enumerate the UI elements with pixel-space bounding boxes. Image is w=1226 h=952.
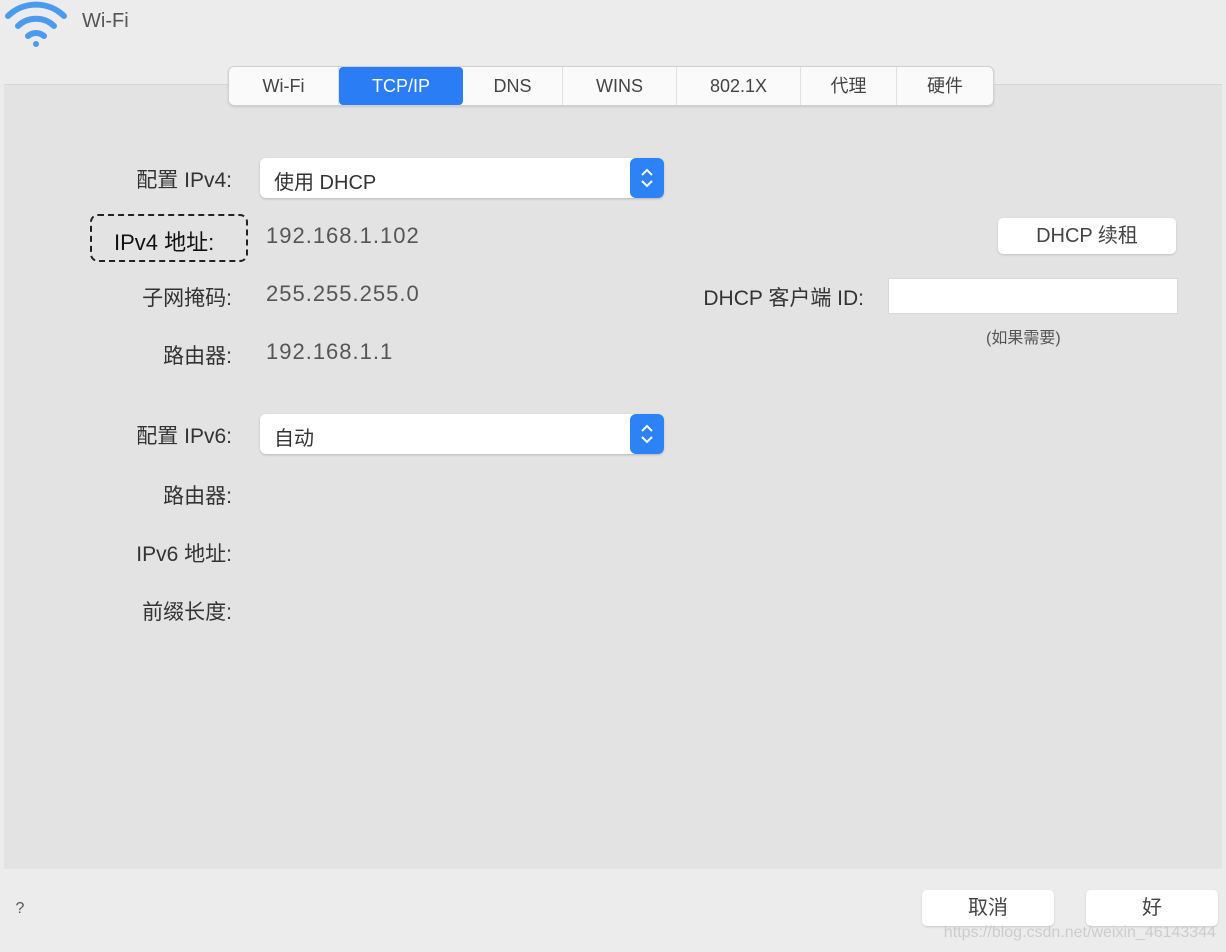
configure-ipv4-select[interactable]: 使用 DHCP <box>260 158 664 198</box>
dhcp-client-id-field[interactable] <box>888 278 1178 314</box>
subnet-mask-value: 255.255.255.0 <box>266 281 420 306</box>
title-bar: Wi-Fi <box>0 0 1226 72</box>
popup-stepper-icon[interactable] <box>630 158 664 198</box>
dhcp-client-id-hint: (如果需要) <box>986 330 1061 347</box>
window-title: Wi-Fi <box>82 10 129 32</box>
prefix-length-label: 前缀长度: <box>142 601 232 624</box>
configure-ipv4-value: 使用 DHCP <box>274 172 377 194</box>
tab-wifi[interactable]: Wi-Fi <box>229 67 339 105</box>
chevron-updown-icon <box>641 424 653 444</box>
watermark-text: https://blog.csdn.net/weixin_46143344 <box>943 924 1216 941</box>
tab-hardware[interactable]: 硬件 <box>897 67 993 105</box>
tab-proxies[interactable]: 代理 <box>801 67 897 105</box>
tab-wins[interactable]: WINS <box>563 67 677 105</box>
tab-8021x[interactable]: 802.1X <box>677 67 801 105</box>
help-button[interactable]: ? <box>10 900 30 920</box>
cancel-button[interactable]: 取消 <box>922 890 1054 926</box>
tab-bar: Wi-Fi TCP/IP DNS WINS 802.1X 代理 硬件 <box>228 66 994 106</box>
chevron-updown-icon <box>641 168 653 188</box>
tab-tcpip[interactable]: TCP/IP <box>339 67 463 105</box>
ipv4-router-value: 192.168.1.1 <box>266 339 394 364</box>
ipv4-address-label: IPv4 地址: <box>114 230 215 255</box>
wifi-icon <box>5 1 67 47</box>
configure-ipv6-label: 配置 IPv6: <box>136 425 232 448</box>
ipv4-router-label: 路由器: <box>163 345 232 368</box>
ipv4-address-value: 192.168.1.102 <box>266 223 420 248</box>
configure-ipv6-value: 自动 <box>274 428 314 450</box>
configure-ipv6-select[interactable]: 自动 <box>260 414 664 454</box>
ok-button[interactable]: 好 <box>1086 890 1218 926</box>
settings-panel <box>4 84 1222 869</box>
popup-stepper-icon[interactable] <box>630 414 664 454</box>
ipv6-address-label: IPv6 地址: <box>136 543 232 566</box>
ipv6-router-label: 路由器: <box>163 485 232 508</box>
dhcp-client-id-label: DHCP 客户端 ID: <box>703 287 864 310</box>
configure-ipv4-label: 配置 IPv4: <box>136 169 232 192</box>
tab-dns[interactable]: DNS <box>463 67 563 105</box>
ipv4-address-label-focused: IPv4 地址: <box>90 214 248 262</box>
renew-dhcp-button[interactable]: DHCP 续租 <box>998 218 1176 254</box>
subnet-mask-label: 子网掩码: <box>142 287 232 310</box>
